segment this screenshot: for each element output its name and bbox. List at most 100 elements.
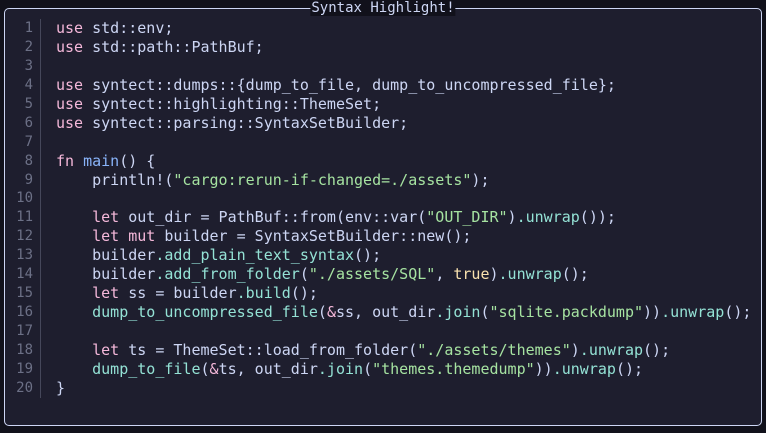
code-line: 11 let out_dir = PathBuf::from(env::var(… <box>5 208 751 228</box>
code-token: .unwrap <box>552 359 616 378</box>
code-token: dump_to_uncompressed_file <box>92 303 318 322</box>
code-line: 8 fn main() { <box>5 151 751 171</box>
code-token: use <box>56 37 84 56</box>
line-number: 7 <box>5 132 41 152</box>
code-token: ts, out_dir <box>218 359 318 378</box>
line-source: use syntect::parsing::SyntaxSetBuilder; <box>41 114 408 133</box>
line-number: 19 <box>5 359 41 379</box>
line-source: } <box>41 379 65 398</box>
line-source: dump_to_file(&ts, out_dir.join("themes.t… <box>41 360 643 379</box>
code-token: mut <box>128 227 156 246</box>
line-number: 5 <box>5 94 41 114</box>
code-token: std::env; <box>83 19 174 37</box>
code-token: ); <box>471 170 490 189</box>
line-number: 8 <box>5 151 41 171</box>
code-token: (); <box>561 265 589 284</box>
code-token: ( <box>480 303 490 322</box>
code-token: "./assets/SQL" <box>308 265 436 284</box>
code-token: ( <box>363 359 373 378</box>
line-number: 14 <box>5 265 41 285</box>
code-token: let <box>92 340 120 359</box>
code-token: (); <box>290 284 318 303</box>
code-line: 15 let ss = builder.build(); <box>5 284 751 304</box>
code-token: "sqlite.packdump" <box>489 303 644 322</box>
code-token: ) <box>570 340 580 359</box>
code-line: 14 builder.add_from_folder("./assets/SQL… <box>5 265 751 285</box>
code-token: .add_plain_text_syntax <box>155 246 355 265</box>
code-line: 2 use std::path::PathBuf; <box>5 37 751 57</box>
code-line: 1 use std::env; <box>5 19 751 38</box>
code-viewer-panel: Syntax Highlight! 1 use std::env; 2 use std… <box>4 0 762 426</box>
line-source: let mut builder = SyntaxSetBuilder::new(… <box>41 227 471 246</box>
line-number: 10 <box>5 189 41 209</box>
code-line: 3 <box>5 56 751 76</box>
code-token: dump_to_file <box>92 359 201 378</box>
code-token: use <box>56 19 84 37</box>
code-token: use <box>56 94 84 113</box>
code-token: () { <box>119 151 156 170</box>
code-token: std::path::PathBuf; <box>83 37 264 56</box>
code-token: .join <box>317 359 364 378</box>
code-line: 6 use syntect::parsing::SyntaxSetBuilder; <box>5 113 751 133</box>
line-source <box>41 57 56 76</box>
code-token: ts = ThemeSet::load_from_folder( <box>119 340 418 359</box>
line-source: use std::path::PathBuf; <box>41 38 264 57</box>
code-line: 20} <box>5 378 751 398</box>
panel-title: Syntax Highlight! <box>310 0 456 16</box>
code-line: 13 builder.add_plain_text_syntax(); <box>5 246 751 266</box>
line-source: fn main() { <box>41 152 155 171</box>
code-line: 10 <box>5 189 751 209</box>
code-token: true <box>453 265 490 284</box>
code-line: 18 let ts = ThemeSet::load_from_folder("… <box>5 340 751 360</box>
code-token: syntect::highlighting::ThemeSet; <box>83 94 382 113</box>
code-token: )) <box>534 359 553 378</box>
line-number: 3 <box>5 56 41 76</box>
code-line: 9 println!("cargo:rerun-if-changed=./ass… <box>5 170 751 190</box>
code-token: .join <box>435 303 481 322</box>
line-source: builder.add_plain_text_syntax(); <box>41 246 381 265</box>
line-number: 17 <box>5 322 41 341</box>
code-token: "cargo:rerun-if-changed=./assets" <box>173 170 472 189</box>
line-number: 2 <box>5 37 41 57</box>
code-token: , <box>435 265 454 284</box>
code-token: ( <box>317 303 327 322</box>
code-token: let <box>92 284 120 303</box>
code-token: println!( <box>56 170 174 189</box>
code-token: .unwrap <box>661 303 725 322</box>
code-token: .add_from_folder <box>155 265 300 284</box>
code-token: ) <box>489 265 499 284</box>
code-token: builder <box>56 246 156 265</box>
code-token: builder = SyntaxSetBuilder::new(); <box>155 227 472 246</box>
code-token: syntect::parsing::SyntaxSetBuilder; <box>83 113 409 132</box>
code-token: ) <box>507 208 517 227</box>
line-source <box>41 322 56 341</box>
code-token: .unwrap <box>498 265 562 284</box>
code-token: .unwrap <box>516 208 580 227</box>
code-token: ss = builder <box>119 284 237 303</box>
code-token: ()); <box>579 208 616 227</box>
code-token: "themes.themedump" <box>372 359 535 378</box>
line-source <box>41 189 56 208</box>
code-token: use <box>56 75 84 94</box>
line-number: 16 <box>5 303 41 322</box>
line-source: use syntect::dumps::{dump_to_file, dump_… <box>41 76 616 95</box>
code-token: fn <box>56 151 75 170</box>
code-token: builder <box>56 265 156 284</box>
code-token: & <box>326 303 336 322</box>
line-source: let ts = ThemeSet::load_from_folder("./a… <box>41 341 670 360</box>
code-token: (); <box>354 246 382 265</box>
code-token: "OUT_DIR" <box>426 208 508 227</box>
line-number: 12 <box>5 227 41 247</box>
code-token: "./assets/themes" <box>417 340 571 359</box>
code-line: 17 <box>5 322 751 341</box>
line-number: 15 <box>5 284 41 304</box>
code-line: 4 use syntect::dumps::{dump_to_file, dump… <box>5 75 751 95</box>
code-token: let <box>92 227 120 246</box>
code-token: } <box>56 378 66 397</box>
code-area[interactable]: 1 use std::env; 2 use std::path::PathBuf; 3 4… <box>5 19 751 398</box>
